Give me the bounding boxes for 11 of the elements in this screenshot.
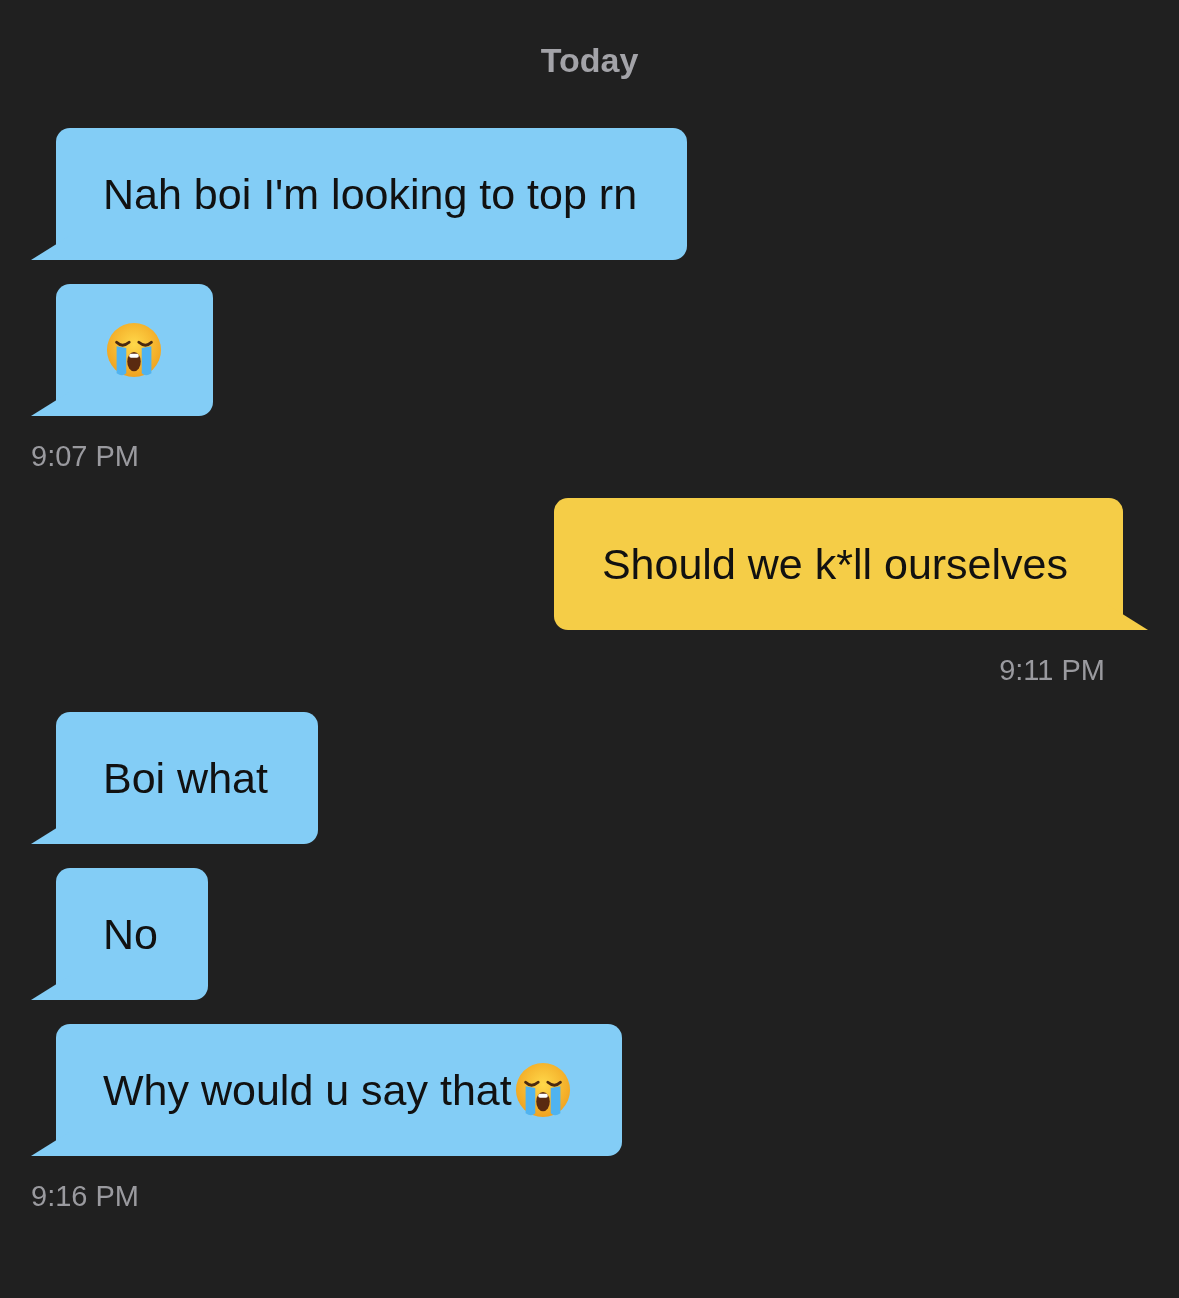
message-text: No xyxy=(103,909,158,959)
message-text: Boi what xyxy=(103,753,268,803)
timestamp: 9:16 PM xyxy=(31,1179,139,1214)
message-text: Why would u say that xyxy=(103,1065,512,1115)
timestamp: 9:07 PM xyxy=(31,439,139,474)
message-text: Nah boi I'm looking to top rn xyxy=(103,169,638,219)
message-text: Should we k*ll ourselves xyxy=(601,539,1068,589)
date-header: Today xyxy=(540,40,639,81)
crying-face-icon xyxy=(105,321,163,379)
crying-face-icon xyxy=(513,1061,572,1119)
timestamp: 9:11 PM xyxy=(999,653,1105,688)
